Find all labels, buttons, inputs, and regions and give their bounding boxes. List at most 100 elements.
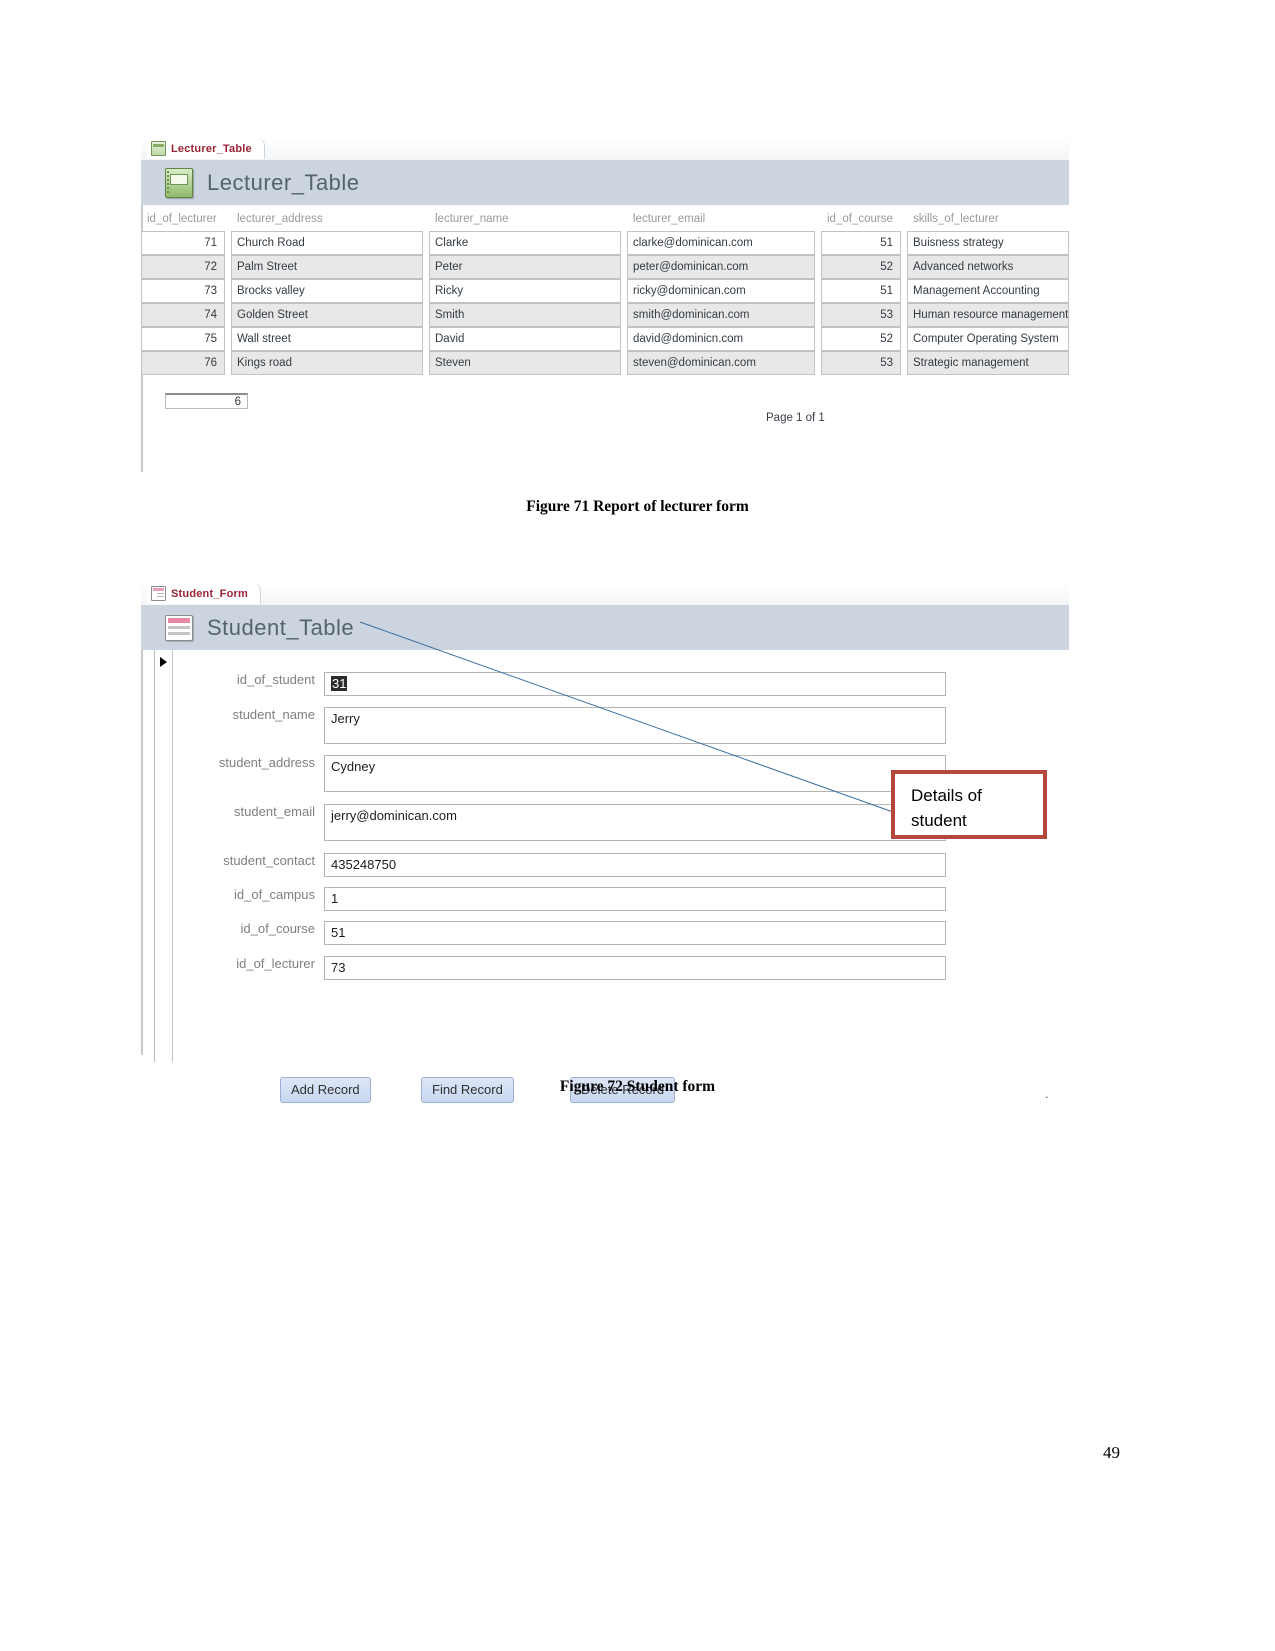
table-body: 71 Church Road Clarke clarke@dominican.c… [141, 231, 1069, 375]
cell-skills-of-lecturer: Advanced networks [907, 255, 1069, 279]
tab-student-form[interactable]: Student_Form [147, 583, 261, 604]
cell-lecturer-address: Wall street [231, 327, 423, 351]
field-label-id-of-campus: id_of_campus [234, 887, 315, 902]
cell-skills-of-lecturer: Buisness strategy [907, 231, 1069, 255]
field-id-of-course: id_of_course 51 [172, 921, 946, 945]
field-label-id-of-student: id_of_student [236, 672, 315, 687]
cell-lecturer-address: Kings road [231, 351, 423, 375]
cell-lecturer-email: smith@dominican.com [627, 303, 815, 327]
table-row: 76 Kings road Steven steven@dominican.co… [141, 351, 1069, 375]
cell-id-of-course: 51 [821, 279, 901, 303]
input-id-of-student-value: 31 [331, 676, 348, 691]
figure-caption-72: Figure 72 Student form [559, 1078, 716, 1095]
table-row: 72 Palm Street Peter peter@dominican.com… [141, 255, 1069, 279]
input-id-of-campus[interactable]: 1 [324, 887, 946, 911]
report-tab-strip: Lecturer_Table [141, 138, 1069, 161]
tab-lecturer-table[interactable]: Lecturer_Table [147, 138, 265, 159]
cell-id-of-course: 52 [821, 255, 901, 279]
callout-line-1: Details of [911, 786, 982, 805]
field-student-name: student_name Jerry [172, 707, 946, 744]
cell-lecturer-name: Peter [429, 255, 621, 279]
table-row: 73 Brocks valley Ricky ricky@dominican.c… [141, 279, 1069, 303]
cell-skills-of-lecturer: Strategic management [907, 351, 1069, 375]
field-label-id-of-course: id_of_course [240, 921, 315, 936]
column-header-skills-of-lecturer: skills_of_lecturer [913, 213, 999, 225]
cell-lecturer-name: Clarke [429, 231, 621, 255]
cell-id-of-lecturer: 71 [141, 231, 225, 255]
table-row: 74 Golden Street Smith smith@dominican.c… [141, 303, 1069, 327]
cell-id-of-lecturer: 74 [141, 303, 225, 327]
cell-lecturer-email: ricky@dominican.com [627, 279, 815, 303]
table-row: 75 Wall street David david@dominicn.com … [141, 327, 1069, 351]
cell-lecturer-email: steven@dominican.com [627, 351, 815, 375]
cell-id-of-lecturer: 73 [141, 279, 225, 303]
cell-id-of-lecturer: 72 [141, 255, 225, 279]
cell-lecturer-name: Steven [429, 351, 621, 375]
column-header-lecturer-name: lecturer_name [435, 213, 509, 225]
form-icon [165, 615, 193, 641]
record-selector[interactable] [155, 650, 173, 1062]
cell-lecturer-name: Ricky [429, 279, 621, 303]
input-student-address[interactable]: Cydney [324, 755, 946, 792]
cell-lecturer-name: Smith [429, 303, 621, 327]
field-label-student-contact: student_contact [223, 853, 315, 868]
column-header-id-of-course: id_of_course [827, 213, 893, 225]
form-icon [151, 586, 166, 601]
table-row: 71 Church Road Clarke clarke@dominican.c… [141, 231, 1069, 255]
form-title-bar: Student_Table [141, 606, 1069, 650]
current-record-arrow-icon [160, 657, 167, 667]
report-title: Lecturer_Table [207, 170, 360, 195]
input-id-of-course[interactable]: 51 [324, 921, 946, 945]
table-icon [151, 141, 166, 156]
input-student-name[interactable]: Jerry [324, 707, 946, 744]
field-label-student-address: student_address [218, 755, 315, 770]
lecturer-report-table: id_of_lecturer lecturer_address lecturer… [141, 209, 1069, 375]
cell-lecturer-address: Palm Street [231, 255, 423, 279]
field-id-of-campus: id_of_campus 1 [172, 887, 946, 911]
cell-lecturer-address: Church Road [231, 231, 423, 255]
cell-id-of-course: 53 [821, 351, 901, 375]
column-header-id-of-lecturer: id_of_lecturer [147, 213, 217, 225]
input-id-of-student[interactable]: 31 [324, 672, 946, 696]
cell-skills-of-lecturer: Human resource management [907, 303, 1069, 327]
cell-id-of-course: 51 [821, 231, 901, 255]
tab-lecturer-table-label: Lecturer_Table [171, 142, 252, 155]
column-header-lecturer-email: lecturer_email [633, 213, 706, 225]
document-page: Lecturer_Table Lecturer_Table id_of_lect… [0, 0, 1275, 1651]
form-title: Student_Table [207, 615, 355, 640]
field-id-of-lecturer: id_of_lecturer 73 [172, 956, 946, 980]
cell-lecturer-name: David [429, 327, 621, 351]
form-detail-section: id_of_student 31 student_name Jerry stud… [154, 650, 1069, 1103]
callout-details-of-student: Details of student [891, 770, 1047, 839]
input-student-contact[interactable]: 435248750 [324, 853, 946, 877]
callout-line-2: student [911, 811, 967, 830]
input-id-of-lecturer[interactable]: 73 [324, 956, 946, 980]
cell-id-of-lecturer: 76 [141, 351, 225, 375]
cell-id-of-lecturer: 75 [141, 327, 225, 351]
cell-lecturer-address: Brocks valley [231, 279, 423, 303]
cell-lecturer-address: Golden Street [231, 303, 423, 327]
cell-skills-of-lecturer: Management Accounting [907, 279, 1069, 303]
lecturer-report-window: Lecturer_Table Lecturer_Table id_of_lect… [141, 138, 1069, 375]
column-header-lecturer-address: lecturer_address [237, 213, 323, 225]
page-number: 49 [1103, 1443, 1120, 1462]
figure-caption-71: Figure 71 Report of lecturer form [526, 498, 749, 515]
cell-lecturer-email: david@dominicn.com [627, 327, 815, 351]
report-title-bar: Lecturer_Table [141, 161, 1069, 205]
field-label-id-of-lecturer: id_of_lecturer [236, 956, 315, 971]
page-indicator: Page 1 of 1 [766, 412, 825, 424]
tab-student-form-label: Student_Form [171, 587, 248, 600]
table-header-row: id_of_lecturer lecturer_address lecturer… [141, 209, 1069, 231]
cell-id-of-course: 53 [821, 303, 901, 327]
field-student-contact: student_contact 435248750 [172, 853, 946, 877]
cell-id-of-course: 52 [821, 327, 901, 351]
cell-skills-of-lecturer: Computer Operating System [907, 327, 1069, 351]
field-student-address: student_address Cydney [172, 755, 946, 792]
field-student-email: student_email jerry@dominican.com [172, 804, 946, 841]
cell-lecturer-email: clarke@dominican.com [627, 231, 815, 255]
field-id-of-student: id_of_student 31 [172, 672, 946, 696]
record-count-box: 6 [165, 393, 248, 409]
input-student-email[interactable]: jerry@dominican.com [324, 804, 946, 841]
field-label-student-email: student_email [234, 804, 315, 819]
field-label-student-name: student_name [232, 707, 315, 722]
